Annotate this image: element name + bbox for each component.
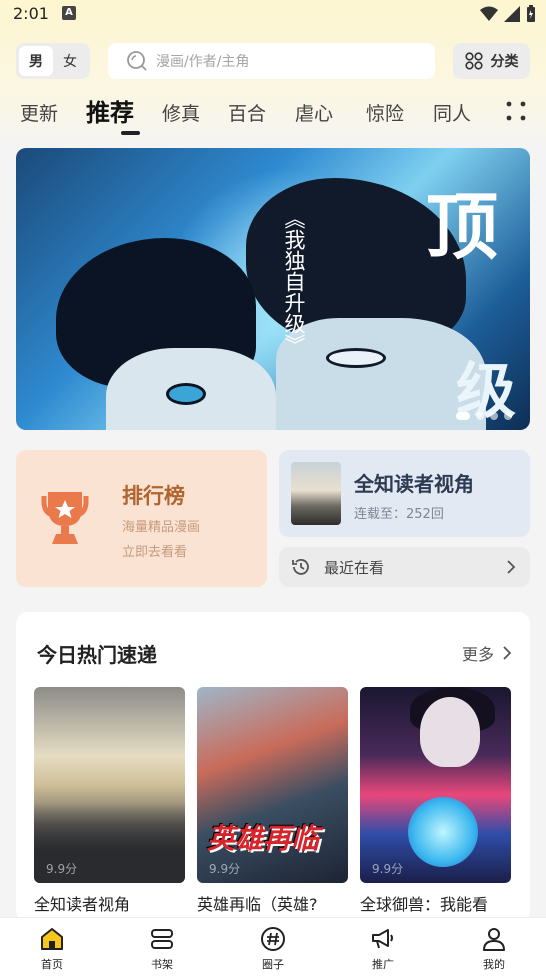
status-time: 2:01 (13, 4, 49, 23)
continue-comic-title: 全知读者视角 (354, 472, 474, 496)
comic-score: 9.9分 (209, 862, 241, 876)
chevron-right-icon (507, 560, 516, 574)
search-input[interactable]: 漫画/作者/主角 (108, 43, 435, 79)
banner-dot[interactable] (490, 412, 498, 420)
comic-card[interactable]: 9.9分 全球御兽：我能看 (360, 687, 511, 915)
comic-cover: 9.9分 (34, 687, 185, 883)
banner-character-eye (326, 348, 386, 368)
tab-recommend[interactable]: 推荐 (86, 93, 134, 128)
banner-character-eye (166, 383, 206, 405)
recent-reading-button[interactable]: 最近在看 (279, 547, 530, 587)
gender-switch: 男 女 (16, 43, 90, 79)
signal-icon (504, 6, 520, 22)
hot-today-section: 今日热门速递 更多 9.9分 全知读者视角 英雄再临 9.9分 英雄再临（英雄?… (16, 612, 530, 922)
continue-reading-card[interactable]: 全知读者视角 连载至：252回 (279, 450, 530, 537)
comic-cover-thumbnail (291, 462, 341, 525)
hashtag-icon (261, 927, 285, 951)
ranking-action: 立即去看看 (122, 545, 188, 560)
nav-profile[interactable]: 我的 (464, 926, 524, 972)
notification-icon: A (62, 6, 76, 20)
comic-card[interactable]: 英雄再临 9.9分 英雄再临（英雄? (197, 687, 348, 915)
nav-label: 推广 (372, 958, 394, 971)
status-icons (480, 5, 536, 23)
tab-update[interactable]: 更新 (20, 99, 58, 126)
continue-comic-progress: 连载至：252回 (354, 507, 444, 522)
ranking-subtitle: 海量精品漫画 (122, 520, 201, 535)
nav-label: 圈子 (262, 958, 284, 971)
comic-score: 9.9分 (372, 862, 404, 876)
featured-banner[interactable]: 《我独自升级》 顶 级 (16, 148, 530, 430)
nav-label: 我的 (483, 958, 505, 971)
banner-title: 《我独自升级》 (282, 208, 306, 355)
grid-icon (464, 52, 483, 70)
tab-nuexin[interactable]: 虐心 (295, 99, 333, 126)
more-link[interactable]: 更多 (462, 641, 512, 665)
nav-label: 书架 (151, 958, 173, 971)
history-icon (292, 559, 309, 575)
recent-label: 最近在看 (324, 558, 385, 577)
ranking-title: 排行榜 (122, 484, 185, 508)
megaphone-icon (372, 929, 393, 949)
gender-female-option[interactable]: 女 (53, 46, 87, 76)
tab-jingxian[interactable]: 惊险 (366, 99, 404, 126)
cover-art (408, 797, 478, 867)
nav-bookshelf[interactable]: 书架 (132, 926, 192, 972)
active-tab-indicator (121, 131, 140, 135)
section-title: 今日热门速递 (37, 643, 157, 667)
banner-dot[interactable] (456, 412, 470, 420)
trophy-icon (41, 492, 89, 544)
search-placeholder: 漫画/作者/主角 (156, 54, 250, 70)
tab-xiuzhen[interactable]: 修真 (162, 99, 200, 126)
tab-tongren[interactable]: 同人 (433, 99, 471, 126)
comic-title: 全知读者视角 (34, 895, 131, 914)
ranking-card[interactable]: 排行榜 海量精品漫画 立即去看看 (16, 450, 267, 587)
banner-pagination (456, 412, 512, 420)
comic-cover: 9.9分 (360, 687, 511, 883)
chevron-right-icon (503, 646, 512, 660)
comic-logo: 英雄再临 (207, 822, 320, 855)
battery-icon (527, 5, 535, 22)
banner-dot[interactable] (504, 412, 512, 420)
bookshelf-icon (151, 929, 173, 949)
comic-card[interactable]: 9.9分 全知读者视角 (34, 687, 185, 915)
comic-cover: 英雄再临 9.9分 (197, 687, 348, 883)
gender-male-option[interactable]: 男 (19, 46, 53, 76)
search-icon (127, 51, 147, 71)
nav-promote[interactable]: 推广 (353, 926, 413, 972)
category-button[interactable]: 分类 (453, 43, 530, 79)
nav-circle[interactable]: 圈子 (243, 926, 303, 972)
person-icon (483, 928, 505, 951)
status-bar: 2:01 A (0, 0, 546, 28)
category-tabs: 更新 推荐 修真 百合 虐心 惊险 同人 (20, 93, 530, 135)
banner-dot[interactable] (476, 412, 484, 420)
banner-headline-1: 顶 (426, 184, 499, 269)
nav-label: 首页 (41, 958, 63, 971)
comic-score: 9.9分 (46, 862, 78, 876)
cover-art (420, 697, 480, 767)
nav-home[interactable]: 首页 (22, 926, 82, 972)
comic-title: 全球御兽：我能看 (360, 895, 489, 914)
home-icon (41, 928, 63, 950)
bottom-navigation: 首页 书架 圈子 推广 我的 (0, 917, 546, 979)
wifi-icon (480, 6, 498, 21)
comic-title: 英雄再临（英雄? (197, 895, 318, 914)
tab-baihe[interactable]: 百合 (228, 99, 266, 126)
more-tabs-icon[interactable] (505, 100, 527, 122)
more-label: 更多 (461, 645, 494, 664)
category-label: 分类 (490, 54, 519, 70)
